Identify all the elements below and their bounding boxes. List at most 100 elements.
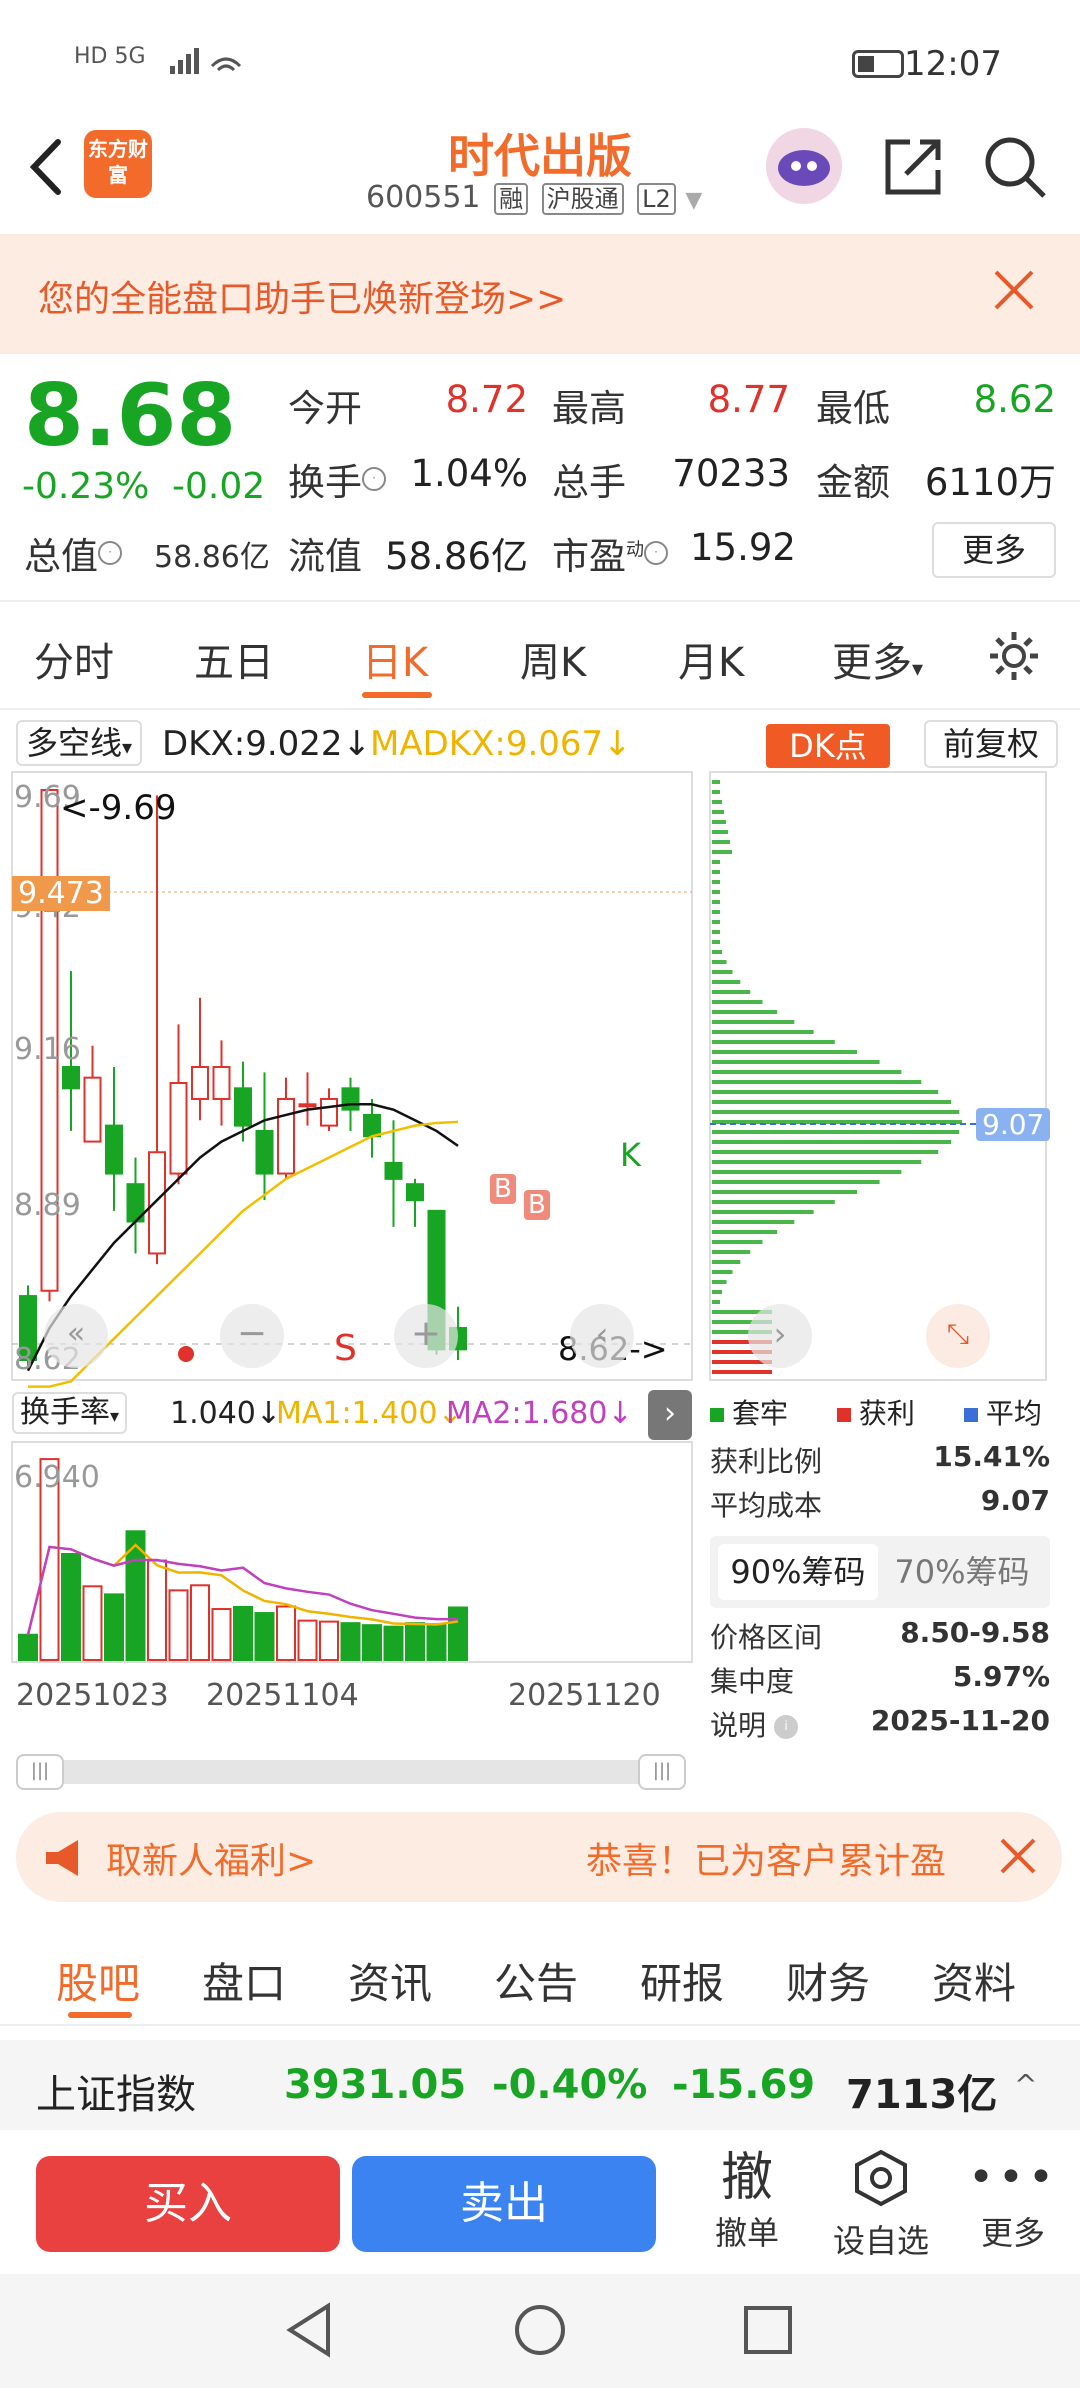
nav-home-icon[interactable] <box>512 2302 568 2358</box>
chip-bar <box>712 1200 835 1204</box>
sell-button[interactable]: 卖出 <box>352 2156 656 2252</box>
tag-connect: 沪股通 <box>541 183 624 215</box>
float-value-label: 流值 <box>288 535 362 578</box>
chip-bar <box>712 1290 723 1294</box>
chip-bar <box>712 840 730 844</box>
sell-signal: S <box>334 1328 357 1369</box>
tab-more[interactable]: 更多▾ <box>832 630 923 688</box>
tab-chip-90[interactable]: 90%筹码 <box>718 1544 878 1600</box>
tab-news[interactable]: 资讯 <box>348 1950 432 2011</box>
tab-daily-k[interactable]: 日K <box>362 630 428 688</box>
stock-code-row: 600551 融 沪股通 L2 ▼ <box>366 180 702 215</box>
zoom-out-icon[interactable]: − <box>220 1304 284 1368</box>
share-icon[interactable] <box>880 134 946 200</box>
tab-announcements[interactable]: 公告 <box>494 1950 578 2011</box>
cancel-order-button[interactable]: 撤 撤单 <box>692 2148 802 2254</box>
add-watchlist-button[interactable]: 设自选 <box>826 2148 936 2262</box>
chip-bar <box>712 1210 814 1214</box>
tab-minute[interactable]: 分时 <box>34 630 114 688</box>
scroll-handle-left[interactable]: ||| <box>16 1754 64 1790</box>
turnover-label: 换手 · <box>288 452 386 506</box>
dk-point-button[interactable]: DK点 <box>766 724 890 768</box>
promo-right-text[interactable]: 恭喜！已为客户累计盈 <box>586 1832 946 1884</box>
trade-actions: 买入 卖出 撤 撤单 设自选 ••• 更多 <box>0 2134 1080 2274</box>
expand-icon[interactable]: ⤡ <box>926 1304 990 1368</box>
chip-bar <box>712 1050 858 1054</box>
index-ticker[interactable]: 上证指数 3931.05 -0.40% -15.69 7113亿 ^ <box>0 2040 1080 2130</box>
tab-profile[interactable]: 资料 <box>932 1950 1016 2011</box>
chevron-up-icon[interactable]: ^ <box>1014 2068 1037 2101</box>
profit-ratio-row: 获利比例 15.41% <box>710 1440 1050 1478</box>
chip-stats: 获利比例 15.41% 平均成本 9.07 90%筹码 70%筹码 价格区间 8.50… <box>710 1440 1050 1748</box>
ma1-value: MA1:1.400↓ <box>276 1396 463 1431</box>
float-value: 58.86亿 <box>385 535 528 578</box>
turnover-bar <box>405 1622 425 1661</box>
candle-body <box>341 1087 360 1111</box>
adjust-button[interactable]: 前复权 <box>924 720 1058 768</box>
megaphone-icon <box>46 1840 78 1876</box>
turnover-bar <box>448 1606 468 1661</box>
assistant-avatar[interactable] <box>766 128 842 204</box>
hexagon-icon <box>855 2149 907 2207</box>
promo-bar[interactable]: 取新人福利> 恭喜！已为客户累计盈 <box>16 1812 1062 1902</box>
promo-left-text[interactable]: 取新人福利> <box>106 1832 316 1884</box>
kline-svg <box>11 771 693 1388</box>
more-actions-button[interactable]: ••• 更多 <box>958 2148 1068 2254</box>
turnover-value: 1.04% <box>410 452 528 495</box>
index-value: 3931.05 <box>284 2062 467 2108</box>
tab-forum[interactable]: 股吧 <box>56 1950 140 2011</box>
chevron-left-icon[interactable]: ‹ <box>570 1304 634 1368</box>
nav-recents-icon[interactable] <box>742 2304 794 2356</box>
tab-5day[interactable]: 五日 <box>194 630 274 688</box>
candle-body <box>105 1124 123 1175</box>
notice-text[interactable]: 您的全能盘口助手已焕新登场>> <box>38 270 566 322</box>
zoom-in-icon[interactable]: + <box>394 1304 458 1368</box>
chip-bar <box>712 1300 720 1304</box>
turnover-top-label: 6.940 <box>14 1460 100 1495</box>
notice-banner[interactable]: 您的全能盘口助手已焕新登场>> <box>0 234 1080 354</box>
tab-research[interactable]: 研报 <box>640 1950 724 2011</box>
chart-range-scroller[interactable]: ||| ||| <box>16 1754 686 1790</box>
panel-toggle-icon[interactable]: › <box>648 1390 692 1440</box>
wifi-icon <box>170 48 242 74</box>
kline-chart[interactable]: 9.69 9.42 9.16 8.89 8.62 <-9.69 9.473 8.… <box>0 770 700 1390</box>
turnover-chart: 6.940 20251023 20251104 20251120 <box>0 1440 700 1713</box>
chevron-right-icon[interactable]: › <box>748 1304 812 1368</box>
volume-selector[interactable]: 换手率▾ <box>12 1392 128 1434</box>
tab-chip-70[interactable]: 70%筹码 <box>882 1544 1042 1600</box>
close-icon[interactable] <box>988 264 1040 316</box>
index-change: -15.69 <box>672 2062 816 2108</box>
tab-weekly-k[interactable]: 周K <box>520 630 586 688</box>
scroll-left-icon[interactable]: « <box>44 1304 108 1368</box>
chip-bar <box>712 1180 880 1184</box>
active-tab-indicator <box>362 692 432 698</box>
settings-gear-icon[interactable] <box>986 628 1042 684</box>
chip-bar <box>712 1040 835 1044</box>
chip-bar <box>712 850 732 854</box>
last-price: 8.68 <box>24 366 237 466</box>
chip-bar <box>712 790 720 794</box>
search-icon[interactable] <box>982 134 1048 200</box>
tab-orderbook[interactable]: 盘口 <box>202 1950 286 2011</box>
back-arrow-icon[interactable] <box>22 132 72 202</box>
close-icon[interactable] <box>996 1834 1040 1878</box>
indicator-selector[interactable]: 多空线▾ <box>16 720 143 766</box>
tab-monthly-k[interactable]: 月K <box>678 630 744 688</box>
total-value: 58.86亿 <box>154 540 270 575</box>
battery-icon <box>852 50 904 78</box>
scroll-handle-right[interactable]: ||| <box>638 1754 686 1790</box>
chip-bar <box>712 1370 772 1374</box>
more-button[interactable]: 更多 <box>932 522 1056 578</box>
tab-finance[interactable]: 财务 <box>786 1950 870 2011</box>
turnover-bar <box>168 1589 189 1661</box>
avg-cost-tag: 9.07 <box>976 1108 1051 1141</box>
candle-body <box>148 1151 166 1255</box>
chip-bar <box>712 1170 902 1174</box>
buy-button[interactable]: 买入 <box>36 2156 340 2252</box>
candle-body <box>384 1161 403 1180</box>
stock-header: 东方财富 时代出版 600551 融 沪股通 L2 ▼ <box>0 120 1080 232</box>
chip-bar <box>712 1090 939 1094</box>
chip-bar <box>712 780 720 784</box>
chevron-down-icon[interactable]: ▼ <box>685 188 702 213</box>
nav-back-icon[interactable] <box>284 2302 334 2358</box>
